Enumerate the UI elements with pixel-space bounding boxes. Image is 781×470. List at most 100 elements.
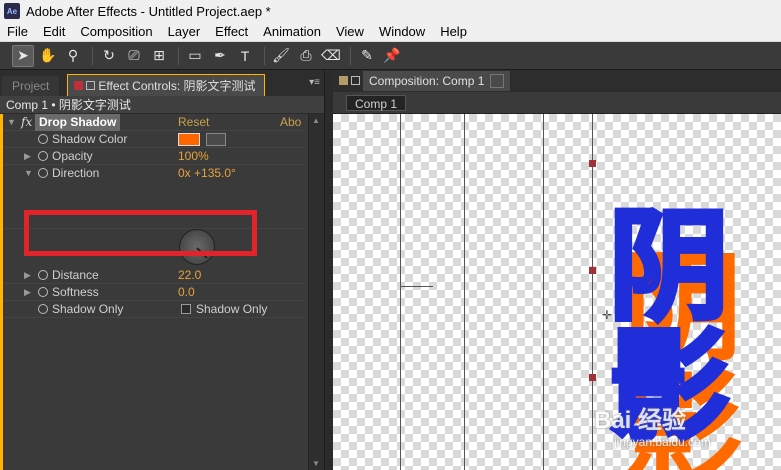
stopwatch-icon[interactable] (38, 168, 48, 178)
checkbox-label: Shadow Only (196, 302, 268, 316)
toolbar-divider (178, 46, 179, 65)
menu-bar: File Edit Composition Layer Effect Anima… (0, 22, 781, 42)
composition-panel: Composition: Comp 1 Comp 1 阴影 阴影 ✛ (333, 70, 781, 470)
prop-row-softness: ▶ Softness 0.0 (3, 284, 303, 301)
menu-edit[interactable]: Edit (36, 22, 73, 42)
pan-behind-tool-icon[interactable]: ⊞ (148, 45, 170, 67)
effect-row-drop-shadow[interactable]: ▼ fx Drop Shadow Reset Abo (3, 114, 303, 131)
panel-color-icon (339, 76, 348, 85)
prop-row-shadow-only: Shadow Only Shadow Only (3, 301, 303, 318)
menu-layer[interactable]: Layer (161, 22, 209, 42)
panel-color-icon (74, 81, 84, 90)
roto-brush-tool-icon[interactable]: ✎ (356, 45, 378, 67)
tab-effect-controls[interactable]: Effect Controls: 阴影文字测试 (67, 74, 265, 96)
prop-label: Opacity (52, 149, 93, 163)
menu-view[interactable]: View (329, 22, 372, 42)
twirl-down-icon[interactable]: ▼ (7, 114, 16, 131)
title-bar: Ae Adobe After Effects - Untitled Projec… (0, 0, 781, 22)
brush-tool-icon[interactable]: 🖌 (270, 45, 292, 67)
selection-tool-icon[interactable]: ➤ (12, 44, 34, 67)
prop-label: Softness (52, 285, 99, 299)
shadow-color-swatch[interactable] (178, 133, 200, 146)
softness-value[interactable]: 0.0 (178, 284, 195, 301)
menu-help[interactable]: Help (433, 22, 475, 42)
lock-icon[interactable] (86, 81, 96, 90)
window-title: Adobe After Effects - Untitled Project.a… (26, 3, 271, 19)
tools-toolbar: ➤ ✋ ⚲ ↻ ⎚ ⊞ ▭ ✒ T 🖌 ⎙ ⌫ ✎ 📌 (0, 42, 781, 70)
menu-file[interactable]: File (0, 22, 36, 42)
prop-row-opacity: ▶ Opacity 100% (3, 148, 303, 165)
composition-viewer[interactable]: 阴影 阴影 ✛ (333, 114, 781, 470)
composition-dropdown[interactable] (490, 74, 505, 88)
stopwatch-icon[interactable] (38, 304, 48, 314)
stopwatch-icon[interactable] (38, 270, 48, 280)
guide-line (400, 286, 433, 287)
composition-tabs: Composition: Comp 1 (333, 70, 781, 92)
tab-effect-controls-label: Effect Controls: 阴影文字测试 (98, 78, 256, 93)
zoom-tool-icon[interactable]: ⚲ (62, 45, 84, 67)
prop-label: Shadow Color (52, 132, 128, 146)
lock-icon[interactable] (351, 76, 360, 85)
guide-line (400, 114, 401, 470)
left-panel-tabs: Project Effect Controls: 阴影文字测试 ▾≡ (0, 70, 324, 96)
panel-menu-icon[interactable]: ▾≡ (309, 77, 320, 88)
toolbar-divider (350, 46, 351, 65)
scroll-up-icon[interactable]: ▲ (312, 116, 320, 125)
pen-tool-icon[interactable]: ✒ (209, 45, 231, 67)
after-effects-app-icon: Ae (4, 3, 20, 19)
layer-handle[interactable] (589, 267, 596, 274)
twirl-right-icon[interactable]: ▶ (24, 267, 31, 284)
prop-row-distance: ▶ Distance 22.0 (3, 267, 303, 284)
effect-controls-scrollbar[interactable]: ▲ ▼ (308, 114, 324, 470)
tab-project[interactable]: Project (2, 76, 60, 96)
eraser-tool-icon[interactable]: ⌫ (320, 45, 342, 67)
watermark-url: jingyan.baidu.com (614, 435, 711, 449)
guide-line (543, 114, 544, 470)
stopwatch-icon[interactable] (38, 151, 48, 161)
clone-stamp-tool-icon[interactable]: ⎙ (295, 45, 317, 67)
effect-controls-panel: Project Effect Controls: 阴影文字测试 ▾≡ Comp … (0, 70, 325, 470)
eyedropper-icon[interactable] (206, 133, 226, 146)
hand-tool-icon[interactable]: ✋ (37, 45, 59, 67)
reset-link[interactable]: Reset (178, 114, 209, 131)
composition-breadcrumb-bar: Comp 1 (333, 92, 781, 114)
highlight-annotation-box (24, 210, 257, 256)
tab-composition[interactable]: Composition: Comp 1 (363, 71, 511, 91)
twirl-down-icon[interactable]: ▼ (24, 165, 33, 182)
twirl-right-icon[interactable]: ▶ (24, 148, 31, 165)
rectangle-tool-icon[interactable]: ▭ (184, 45, 206, 67)
prop-label: Distance (52, 268, 99, 282)
type-tool-icon[interactable]: T (234, 45, 256, 67)
shadow-only-checkbox[interactable] (181, 304, 191, 314)
distance-value[interactable]: 22.0 (178, 267, 201, 284)
effect-controls-header: Comp 1 • 阴影文字测试 (0, 96, 324, 114)
scroll-down-icon[interactable]: ▼ (312, 459, 320, 468)
rotate-tool-icon[interactable]: ↻ (98, 45, 120, 67)
toolbar-divider (92, 46, 93, 65)
menu-composition[interactable]: Composition (73, 22, 160, 42)
menu-window[interactable]: Window (372, 22, 433, 42)
watermark-logo: Bai 经验 (594, 407, 687, 434)
menu-effect[interactable]: Effect (208, 22, 256, 42)
about-link[interactable]: Abo (280, 114, 301, 131)
prop-label: Shadow Only (52, 302, 124, 316)
prop-label: Direction (52, 166, 100, 180)
direction-value[interactable]: 0x +135.0° (178, 165, 236, 182)
puppet-pin-tool-icon[interactable]: 📌 (381, 45, 403, 67)
layer-handle[interactable] (589, 160, 596, 167)
layer-handle[interactable] (589, 374, 596, 381)
effect-name: Drop Shadow (35, 114, 121, 131)
guide-line (592, 114, 593, 470)
effect-properties: ▼ fx Drop Shadow Reset Abo Shadow Color … (0, 114, 324, 470)
breadcrumb-comp-1[interactable]: Comp 1 (346, 95, 407, 111)
fx-badge[interactable]: fx (21, 114, 32, 131)
twirl-right-icon[interactable]: ▶ (24, 284, 31, 301)
prop-row-shadow-color: Shadow Color (3, 131, 303, 148)
anchor-point-icon[interactable]: ✛ (602, 309, 612, 321)
camera-tool-icon[interactable]: ⎚ (123, 45, 145, 67)
menu-animation[interactable]: Animation (256, 22, 329, 42)
tab-composition-label: Composition: Comp 1 (369, 74, 485, 88)
stopwatch-icon[interactable] (38, 134, 48, 144)
stopwatch-icon[interactable] (38, 287, 48, 297)
opacity-value[interactable]: 100% (178, 148, 209, 165)
